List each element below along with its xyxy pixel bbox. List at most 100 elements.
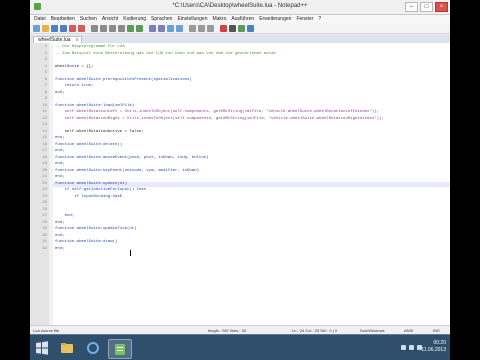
menu-item-einstellungen[interactable]: Einstellungen (177, 15, 207, 23)
line-number: 9 (44, 97, 47, 101)
menu-item-kodierung[interactable]: Kodierung (123, 15, 146, 23)
line-number: 15 (42, 136, 47, 140)
code-line[interactable]: 7 return true; (30, 84, 450, 89)
menu-item-makro[interactable]: Makro (212, 15, 226, 23)
code-line[interactable]: 13 (30, 123, 450, 128)
code-line[interactable]: 9 (30, 97, 450, 102)
code-line[interactable]: 3 (30, 58, 450, 63)
code-line[interactable]: 25 (30, 201, 450, 206)
macro-play-icon[interactable] (238, 24, 245, 32)
save-all-icon[interactable] (60, 24, 67, 32)
menu-item-bearbeiten[interactable]: Bearbeiten (51, 15, 75, 23)
code-line[interactable]: 28 end; (30, 221, 450, 226)
tray-network-icon[interactable] (401, 345, 406, 350)
menu-item-suchen[interactable]: Suchen (80, 15, 97, 23)
line-number: 4 (44, 64, 47, 69)
code-line[interactable]: 32 end; (30, 247, 450, 252)
paste-icon[interactable] (118, 24, 125, 32)
code-line[interactable]: 8 end; (30, 91, 450, 96)
line-number: 29 (42, 227, 47, 231)
windows-start-icon[interactable] (35, 341, 49, 355)
code-text: if self:getIsActiveForInput() then (55, 188, 147, 192)
code-line[interactable]: 29 function wheelSuite:updateTick(dt) (30, 227, 450, 232)
zoom-out-icon[interactable] (176, 24, 183, 32)
code-line[interactable]: 20 function wheelSuite:keyEvent(unicode, … (30, 169, 450, 174)
close-all-icon[interactable] (78, 24, 85, 32)
menu-item-datei[interactable]: Datei (34, 15, 46, 23)
code-line[interactable]: 30 end; (30, 234, 450, 239)
taskbar-ie-icon[interactable] (82, 339, 104, 357)
code-line[interactable]: 2 -- Zum Beispiel eine Beschreibung was d… (30, 52, 450, 57)
code-line[interactable]: 27 end; (30, 214, 450, 219)
title-bar[interactable]: *C:\Users\CA\Desktop\wheelSuite.lua - No… (30, 0, 450, 15)
taskbar-notepadpp-icon[interactable] (108, 339, 132, 359)
code-line[interactable]: 15 end; (30, 136, 450, 141)
code-line[interactable]: 16 function wheelSuite:delete() (30, 143, 450, 148)
find-icon[interactable] (149, 24, 156, 32)
print-icon[interactable] (91, 24, 98, 32)
code-line[interactable]: 5 (30, 71, 450, 76)
tray-volume-icon[interactable] (409, 345, 414, 350)
code-line[interactable]: 14 self.wheelRotationActive = false; (30, 130, 450, 135)
menu-item-erweiterungen[interactable]: Erweiterungen (259, 15, 291, 23)
code-line[interactable]: 11 self.wheelRotationLeft = Utils.indexT… (30, 110, 450, 115)
close-icon[interactable] (69, 24, 76, 32)
code-line[interactable]: 6 function wheelSuite.prerequisitesPresen… (30, 78, 450, 83)
code-text: wheelSuite = {}; (55, 64, 94, 69)
macro-save-icon[interactable] (247, 24, 254, 32)
code-line[interactable]: 24 if InputBinding.hasE (30, 195, 450, 200)
minimize-button[interactable]: – (405, 2, 418, 12)
save-icon[interactable] (51, 24, 58, 32)
macro-record-icon[interactable] (220, 24, 227, 32)
code-line[interactable]: 19 end; (30, 162, 450, 167)
line-number: 7 (44, 84, 47, 88)
code-text: function wheelSuite.prerequisitesPresent… (55, 77, 192, 82)
line-number: 5 (44, 71, 47, 75)
code-text: function wheelSuite:update(dt) (55, 181, 128, 186)
tray-clock[interactable]: 00:20 11.06.2013 (421, 340, 446, 354)
copy-icon[interactable] (109, 24, 116, 32)
code-line[interactable]: 21 end; (30, 175, 450, 180)
open-file-icon[interactable] (42, 24, 49, 32)
close-window-button[interactable]: × (435, 2, 448, 12)
line-number: 30 (42, 233, 47, 238)
menu-bar: Datei Bearbeiten Suchen Ansicht Kodierung Spr… (30, 15, 450, 23)
code-line[interactable]: 22 function wheelSuite:update(dt) (30, 182, 450, 187)
menu-item-ansicht[interactable]: Ansicht (102, 15, 118, 23)
menu-item-sprachen[interactable]: Sprachen (151, 15, 172, 23)
code-line[interactable]: 18 function wheelSuite:mouseEvent(posX, p… (30, 156, 450, 161)
menu-item-help[interactable]: ? (318, 15, 321, 23)
code-line[interactable]: 26 (30, 208, 450, 213)
redo-icon[interactable] (136, 24, 143, 32)
code-line[interactable]: 23 if self:getIsActiveForInput() then (30, 188, 450, 193)
new-file-icon[interactable] (33, 24, 40, 32)
clock-time: 00:20 (433, 340, 446, 346)
menu-item-fenster[interactable]: Fenster (296, 15, 313, 23)
sync-icon[interactable] (189, 24, 196, 32)
wrap-icon[interactable] (198, 24, 205, 32)
code-line[interactable]: 17 end; (30, 149, 450, 154)
code-line[interactable]: 12 self.wheelRotationRight = Utils.index… (30, 117, 450, 122)
code-line[interactable]: 4 wheelSuite = {}; (30, 65, 450, 70)
line-number: 16 (42, 142, 47, 147)
code-text: end; (55, 233, 65, 238)
cut-icon[interactable] (100, 24, 107, 32)
line-number: 1 (44, 45, 47, 49)
zoom-in-icon[interactable] (167, 24, 174, 32)
maximize-button[interactable]: □ (420, 2, 433, 12)
code-text: end; (55, 162, 65, 166)
code-line[interactable]: 31 function wheelSuite:draw() (30, 240, 450, 245)
indent-guide-icon[interactable] (207, 24, 214, 32)
code-line[interactable]: 10 function wheelSuite:load(xmlFile) (30, 104, 450, 109)
code-text: return true; (55, 84, 94, 88)
menu-item-ausf-hren[interactable]: Ausführen (231, 15, 254, 23)
code-editor[interactable]: 1 -- Die Hauptprogramme für LUA 2 -- Zum Be… (30, 43, 450, 325)
line-number: 22 (42, 181, 47, 186)
taskbar-explorer-icon[interactable] (56, 339, 78, 357)
undo-icon[interactable] (127, 24, 134, 32)
replace-icon[interactable] (158, 24, 165, 32)
line-number: 11 (42, 110, 47, 114)
macro-stop-icon[interactable] (229, 24, 236, 32)
code-line[interactable]: 1 -- Die Hauptprogramme für LUA (30, 45, 450, 50)
line-number: 10 (42, 103, 47, 108)
